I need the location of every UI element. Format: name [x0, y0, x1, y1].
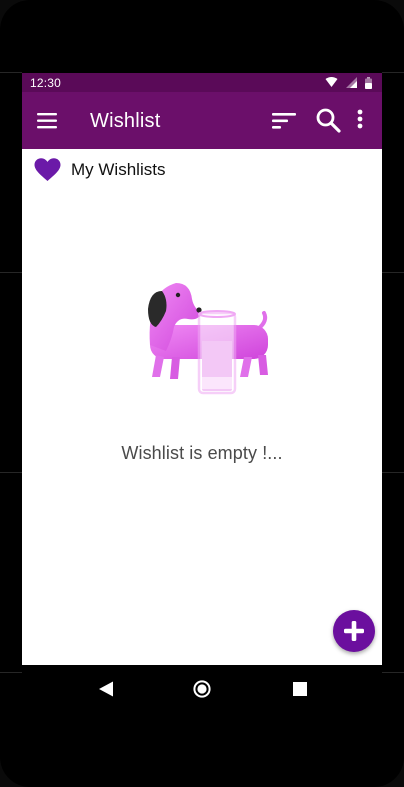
- back-icon: [99, 681, 113, 697]
- page-title: Wishlist: [90, 110, 161, 132]
- sort-button[interactable]: [270, 108, 298, 134]
- frame-divider: [0, 672, 22, 673]
- more-vert-icon: [357, 109, 363, 129]
- nav-back-button[interactable]: [98, 681, 114, 697]
- heart-icon: [34, 158, 61, 181]
- sort-icon: [272, 113, 296, 129]
- status-icons: [325, 75, 372, 90]
- section-title: My Wishlists: [71, 160, 166, 179]
- nav-recents-button[interactable]: [293, 682, 307, 696]
- nav-home-button[interactable]: [193, 680, 211, 698]
- phone-device-frame: 12:30 Wishlist My Wishlists Wishlist is …: [0, 0, 404, 787]
- more-options-button[interactable]: [352, 106, 368, 134]
- status-bar: 12:30: [22, 73, 382, 92]
- add-wishlist-button[interactable]: [333, 610, 375, 652]
- frame-divider: [0, 472, 22, 473]
- system-navigation-bar: [22, 665, 382, 713]
- battery-icon: [365, 76, 372, 89]
- plus-icon: [344, 621, 364, 641]
- search-icon: [316, 108, 341, 133]
- dog-with-glass-illustration: [148, 283, 268, 395]
- wifi-icon: [325, 77, 338, 87]
- status-time: 12:30: [30, 76, 62, 90]
- empty-state-message: Wishlist is empty !...: [121, 443, 283, 463]
- recents-icon: [293, 682, 307, 696]
- app-bar: Wishlist: [22, 92, 382, 149]
- search-button[interactable]: [314, 106, 342, 134]
- frame-divider: [382, 472, 404, 473]
- frame-divider: [382, 672, 404, 673]
- cell-signal-icon: [346, 77, 357, 88]
- frame-divider: [382, 272, 404, 273]
- frame-divider: [0, 272, 22, 273]
- frame-divider: [382, 72, 404, 73]
- frame-divider: [0, 72, 22, 73]
- menu-icon: [37, 113, 57, 129]
- menu-button[interactable]: [34, 108, 60, 134]
- home-icon: [193, 680, 211, 698]
- app-screen: 12:30 Wishlist My Wishlists Wishlist is …: [22, 73, 382, 665]
- section-header: My Wishlists: [34, 157, 165, 183]
